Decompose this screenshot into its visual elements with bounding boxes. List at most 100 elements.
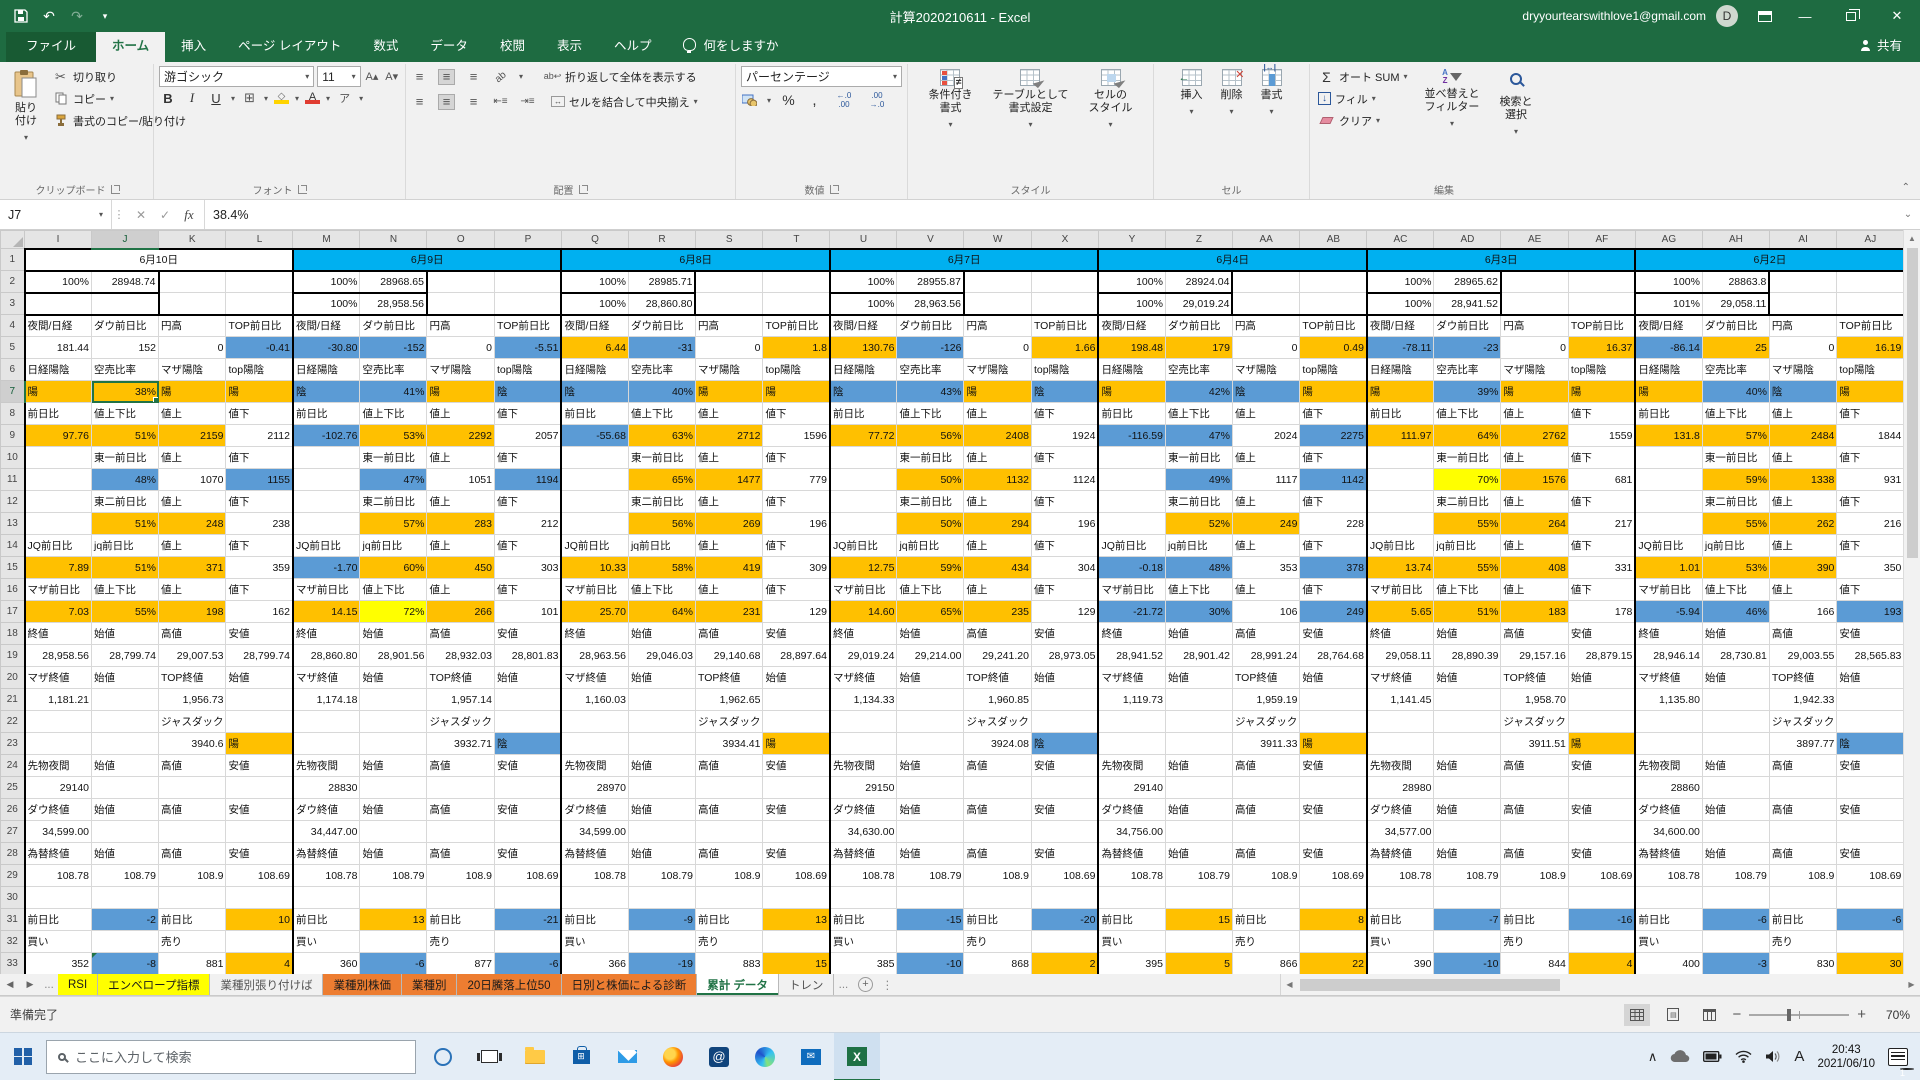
cell[interactable]: 3934.41 [695, 733, 762, 755]
cell[interactable] [1367, 513, 1434, 535]
cell[interactable]: ジャスダック [159, 711, 226, 733]
cell[interactable]: 28860 [1635, 777, 1702, 799]
cell[interactable] [25, 513, 92, 535]
cell[interactable]: 100% [1635, 271, 1702, 293]
cell[interactable]: 108.78 [561, 865, 628, 887]
row-header-4[interactable]: 4 [1, 315, 25, 337]
cortana-button[interactable] [420, 1033, 466, 1080]
cell[interactable]: 28985.71 [628, 271, 695, 293]
cell[interactable] [897, 711, 964, 733]
cell[interactable] [628, 689, 695, 711]
row-header-13[interactable]: 13 [1, 513, 25, 535]
tab-page-layout[interactable]: ページ レイアウト [222, 28, 357, 62]
cell[interactable]: 夜間/日経 [561, 315, 628, 337]
cell[interactable]: 値下 [763, 403, 830, 425]
cell[interactable] [226, 821, 293, 843]
cell[interactable]: -1.70 [293, 557, 360, 579]
cell[interactable]: 108.9 [427, 865, 494, 887]
cell[interactable]: -55.68 [561, 425, 628, 447]
onedrive-icon[interactable] [1670, 1050, 1690, 1063]
cell[interactable]: 買い [293, 931, 360, 953]
cell[interactable]: 安値 [1568, 799, 1635, 821]
cell[interactable]: -9 [628, 909, 695, 931]
cell[interactable]: 前日比 [1769, 909, 1836, 931]
cell[interactable]: 60% [360, 557, 427, 579]
cell[interactable]: 51% [92, 425, 159, 447]
cell[interactable]: 円高 [1769, 315, 1836, 337]
sheet-tab-8[interactable]: トレン [779, 974, 835, 995]
cell[interactable]: 始値 [1702, 843, 1769, 865]
cell[interactable]: 空売比率 [1434, 359, 1501, 381]
cell[interactable] [226, 293, 293, 315]
cell[interactable]: TOP終値 [1501, 667, 1568, 689]
cell[interactable]: 231 [695, 601, 762, 623]
column-header-U[interactable]: U [830, 231, 897, 249]
cell[interactable]: jq前日比 [1702, 535, 1769, 557]
column-header-S[interactable]: S [695, 231, 762, 249]
cell[interactable]: 安値 [1837, 843, 1904, 865]
cell[interactable]: 円高 [1501, 315, 1568, 337]
cell[interactable]: 陽 [1837, 381, 1904, 403]
row-header-18[interactable]: 18 [1, 623, 25, 645]
cell[interactable]: 0.49 [1300, 337, 1367, 359]
cell[interactable]: 値下 [1837, 579, 1904, 601]
row-header-12[interactable]: 12 [1, 491, 25, 513]
cell[interactable]: 高値 [427, 843, 494, 865]
cell[interactable]: 始値 [1165, 623, 1232, 645]
percent-style-icon[interactable]: % [780, 92, 797, 108]
cell[interactable]: 値下 [1837, 535, 1904, 557]
cell[interactable]: 28,901.42 [1165, 645, 1232, 667]
cell[interactable]: 陽 [427, 381, 494, 403]
tab-help[interactable]: ヘルプ [598, 28, 668, 62]
cell[interactable]: 前日比 [25, 403, 92, 425]
decrease-indent-icon[interactable]: ⇤≡ [492, 94, 509, 110]
cell[interactable]: 28,958.56 [360, 293, 427, 315]
cell[interactable]: 高値 [427, 755, 494, 777]
cell[interactable] [1568, 711, 1635, 733]
cell[interactable] [763, 887, 830, 909]
cell[interactable]: 値上下比 [360, 403, 427, 425]
cell[interactable]: 値下 [1568, 403, 1635, 425]
cell[interactable] [1165, 689, 1232, 711]
cell[interactable]: 353 [1232, 557, 1299, 579]
cell[interactable] [1837, 271, 1904, 293]
cell[interactable]: 為替終値 [293, 843, 360, 865]
cell[interactable]: 2292 [427, 425, 494, 447]
cell[interactable] [92, 711, 159, 733]
cell[interactable]: TOP前日比 [1568, 315, 1635, 337]
cell[interactable]: 1,135.80 [1635, 689, 1702, 711]
cell[interactable]: 108.9 [1232, 865, 1299, 887]
cell[interactable]: マザ終値 [1098, 667, 1165, 689]
show-hidden-icons[interactable]: ∧ [1648, 1049, 1658, 1065]
cell[interactable]: 始値 [1434, 843, 1501, 865]
cell[interactable] [1232, 777, 1299, 799]
cell[interactable]: 高値 [159, 623, 226, 645]
cell[interactable]: 始値 [897, 799, 964, 821]
cell[interactable]: 東一前日比 [1434, 447, 1501, 469]
notification-center-icon[interactable]: 1 [1888, 1048, 1908, 1066]
cell[interactable]: 始値 [628, 843, 695, 865]
cell[interactable]: TOP前日比 [1300, 315, 1367, 337]
cell[interactable]: 101% [1635, 293, 1702, 315]
cell[interactable]: top陽陰 [494, 359, 561, 381]
row-header-26[interactable]: 26 [1, 799, 25, 821]
cancel-icon[interactable]: ✕ [130, 208, 152, 222]
cell[interactable]: 始値 [92, 799, 159, 821]
cell[interactable]: -10 [897, 953, 964, 975]
cell[interactable]: 108.69 [226, 865, 293, 887]
cell[interactable]: 1,134.33 [830, 689, 897, 711]
cell[interactable]: 216 [1837, 513, 1904, 535]
cell[interactable] [897, 887, 964, 909]
cell[interactable] [1367, 491, 1434, 513]
cell[interactable] [293, 469, 360, 491]
cell[interactable] [1232, 293, 1299, 315]
column-header-M[interactable]: M [293, 231, 360, 249]
cell[interactable] [360, 821, 427, 843]
cell[interactable] [763, 271, 830, 293]
cell[interactable]: 108.69 [494, 865, 561, 887]
row-header-20[interactable]: 20 [1, 667, 25, 689]
column-header-AE[interactable]: AE [1501, 231, 1568, 249]
cell[interactable]: 値下 [1300, 403, 1367, 425]
cell[interactable]: 値上下比 [1165, 403, 1232, 425]
cell[interactable]: 始値 [92, 843, 159, 865]
